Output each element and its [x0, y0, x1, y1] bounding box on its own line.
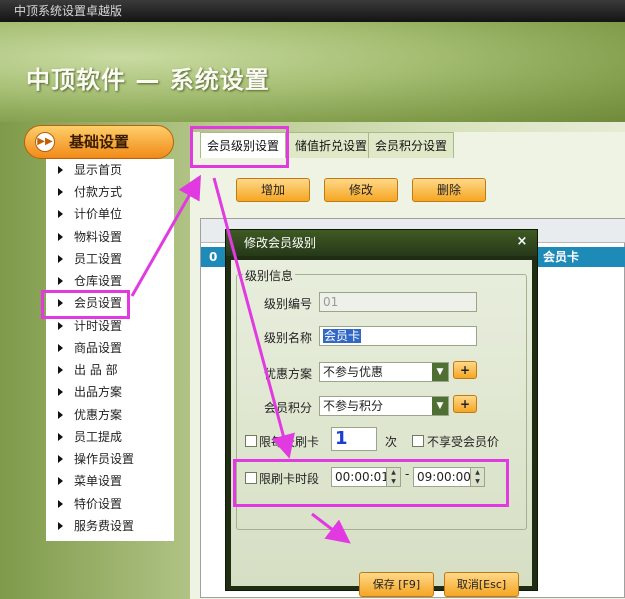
sidebar-header-basic-settings[interactable]: ▶▶ 基础设置 [24, 125, 174, 159]
level-name-field[interactable]: 会员卡 [319, 326, 477, 346]
sidebar: ▶▶ 基础设置 显示首页 付款方式 计价单位 物料设置 员工设置 仓库设置 会员… [24, 125, 174, 545]
add-points-plan-button[interactable]: + [453, 395, 477, 413]
daily-limit-label: 限每天刷卡 [259, 435, 320, 449]
edit-button[interactable]: 修改 [324, 178, 398, 202]
sidebar-item-output-dept[interactable]: 出 品 部 [46, 359, 174, 381]
dialog-title: 修改会员级别 [226, 230, 537, 256]
sidebar-item-label: 出 品 部 [74, 363, 118, 377]
highlight-box-member-settings [41, 290, 130, 319]
sidebar-item-product[interactable]: 商品设置 [46, 337, 174, 359]
tab-stored-value[interactable]: 储值折兑设置 [288, 132, 375, 158]
sidebar-item-service-fee[interactable]: 服务费设置 [46, 515, 174, 537]
header-banner: 中顶软件 — 系统设置 [0, 22, 625, 122]
sidebar-item-special-price[interactable]: 特价设置 [46, 493, 174, 515]
sidebar-item-discount-plan[interactable]: 优惠方案 [46, 404, 174, 426]
level-no-label: 级别编号 [264, 297, 313, 311]
level-name-value: 会员卡 [323, 329, 362, 343]
sidebar-item-label: 员工设置 [74, 252, 123, 266]
discount-plan-label: 优惠方案 [264, 367, 313, 381]
edit-level-dialog: 修改会员级别 × 级别信息 级别编号 01 级别名称 会员卡 优惠方案 不参与优… [225, 229, 538, 597]
fast-forward-icon: ▶▶ [35, 132, 55, 152]
sidebar-item-label: 计价单位 [74, 207, 123, 221]
arrow-right-icon [58, 455, 63, 463]
no-member-price-checkbox[interactable] [412, 435, 424, 447]
member-points-label: 会员积分 [264, 401, 313, 415]
sidebar-item-payment[interactable]: 付款方式 [46, 181, 174, 203]
sidebar-item-label: 计时设置 [74, 319, 123, 333]
member-points-value: 不参与积分 [323, 399, 384, 413]
arrow-right-icon [58, 522, 63, 530]
save-button[interactable]: 保存 [F9] [359, 572, 434, 597]
dialog-body: 级别信息 级别编号 01 级别名称 会员卡 优惠方案 不参与优惠 ▼ + 会员积分… [231, 260, 532, 597]
arrow-right-icon [58, 344, 63, 352]
sidebar-item-label: 操作员设置 [74, 452, 135, 466]
sidebar-item-label: 员工提成 [74, 430, 123, 444]
arrow-right-icon [58, 210, 63, 218]
sidebar-header-label: 基础设置 [69, 133, 130, 151]
sidebar-item-label: 显示首页 [74, 163, 123, 177]
add-discount-plan-button[interactable]: + [453, 361, 477, 379]
tab-member-points[interactable]: 会员积分设置 [368, 132, 455, 158]
sidebar-item-label: 物料设置 [74, 230, 123, 244]
arrow-right-icon [58, 388, 63, 396]
member-points-select[interactable]: 不参与积分 ▼ [319, 396, 449, 416]
discount-plan-select[interactable]: 不参与优惠 ▼ [319, 362, 449, 382]
sidebar-item-commission[interactable]: 员工提成 [46, 426, 174, 448]
sidebar-item-warehouse[interactable]: 仓库设置 [46, 270, 174, 292]
sidebar-list: 显示首页 付款方式 计价单位 物料设置 员工设置 仓库设置 会员设置 计时设置 … [46, 159, 174, 541]
add-button[interactable]: 增加 [236, 178, 310, 202]
arrow-right-icon [58, 477, 63, 485]
arrow-right-icon [58, 366, 63, 374]
window-title: 中顶系统设置卓越版 [0, 0, 625, 22]
sidebar-item-label: 出品方案 [74, 385, 123, 399]
level-name-label: 级别名称 [264, 331, 313, 345]
highlight-box-time-limit [233, 459, 509, 507]
delete-button[interactable]: 删除 [412, 178, 486, 202]
sidebar-item-label: 仓库设置 [74, 274, 123, 288]
row-marker: 0 [209, 250, 218, 264]
group-label: 级别信息 [243, 267, 296, 284]
sidebar-item-unit[interactable]: 计价单位 [46, 203, 174, 225]
sidebar-item-label: 服务费设置 [74, 519, 135, 533]
arrow-right-icon [58, 277, 63, 285]
daily-limit-checkbox[interactable] [245, 435, 257, 447]
arrow-right-icon [58, 500, 63, 508]
arrow-right-icon [58, 188, 63, 196]
daily-limit-input[interactable]: 1 [331, 427, 377, 451]
close-icon[interactable]: × [515, 235, 529, 249]
level-no-field[interactable]: 01 [319, 292, 477, 312]
table-cell-level-name[interactable]: 会员卡 [543, 247, 579, 267]
cancel-button[interactable]: 取消[Esc] [444, 572, 519, 597]
highlight-box-tab [190, 126, 289, 168]
sidebar-item-label: 商品设置 [74, 341, 123, 355]
arrow-right-icon [58, 433, 63, 441]
sidebar-item-label: 付款方式 [74, 185, 123, 199]
sidebar-item-material[interactable]: 物料设置 [46, 226, 174, 248]
daily-limit-unit: 次 [385, 435, 398, 449]
arrow-right-icon [58, 255, 63, 263]
sidebar-item-label: 特价设置 [74, 497, 123, 511]
discount-plan-value: 不参与优惠 [323, 365, 384, 379]
sidebar-item-staff[interactable]: 员工设置 [46, 248, 174, 270]
arrow-right-icon [58, 233, 63, 241]
arrow-right-icon [58, 166, 63, 174]
arrow-right-icon [58, 411, 63, 419]
page-title: 中顶软件 — 系统设置 [26, 66, 270, 94]
sidebar-item-menu[interactable]: 菜单设置 [46, 470, 174, 492]
sidebar-item-label: 菜单设置 [74, 474, 123, 488]
sidebar-item-label: 优惠方案 [74, 408, 123, 422]
no-member-price-label: 不享受会员价 [427, 435, 500, 449]
arrow-right-icon [58, 322, 63, 330]
sidebar-item-output-plan[interactable]: 出品方案 [46, 381, 174, 403]
sidebar-item-home[interactable]: 显示首页 [46, 159, 174, 181]
sidebar-item-operator[interactable]: 操作员设置 [46, 448, 174, 470]
chevron-down-icon[interactable]: ▼ [432, 397, 448, 415]
chevron-down-icon[interactable]: ▼ [432, 363, 448, 381]
